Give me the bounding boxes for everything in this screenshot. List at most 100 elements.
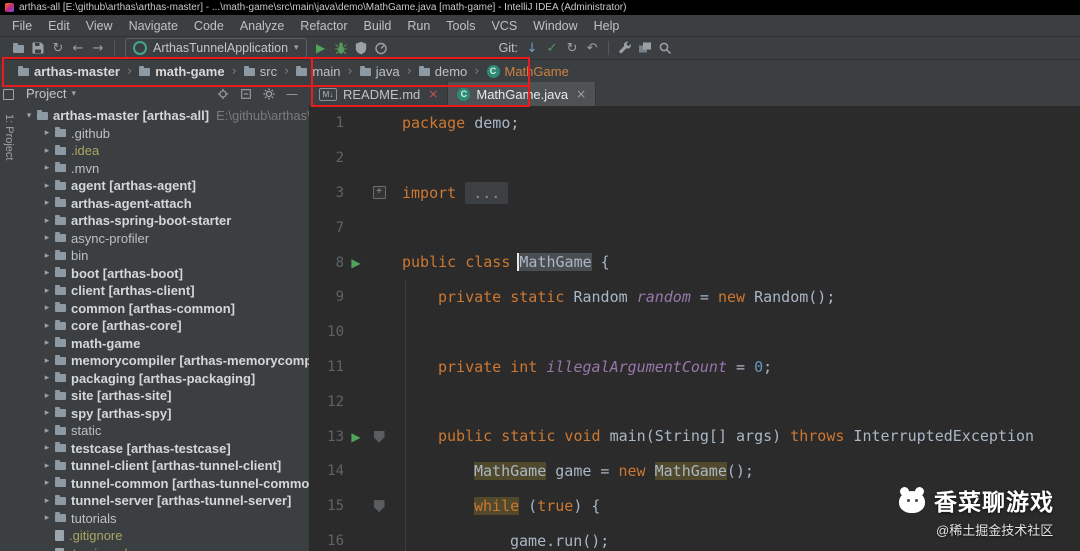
tree-item-bin[interactable]: ▸ bin: [16, 247, 309, 265]
code-text[interactable]: private static Random random = new Rando…: [394, 280, 1080, 315]
profiler-button[interactable]: [371, 39, 391, 57]
vcs-update-icon[interactable]: ↓: [522, 39, 542, 57]
save-all-icon[interactable]: [28, 39, 48, 57]
tree-item-tunnel-server-arthas-tunnel-server[interactable]: ▸ tunnel-server [arthas-tunnel-server]: [16, 492, 309, 510]
chevron-right-icon[interactable]: ▸: [40, 303, 54, 313]
code-text[interactable]: [394, 315, 1080, 350]
run-gutter-icon[interactable]: ▶: [351, 430, 360, 444]
tree-item-core-arthas-core[interactable]: ▸ core [arthas-core]: [16, 317, 309, 335]
tree-item-memorycompiler-arthas-memorycompiler[interactable]: ▸ memorycompiler [arthas-memorycompiler]: [16, 352, 309, 370]
fold-marker-icon[interactable]: [373, 500, 385, 513]
editor-line-9[interactable]: 9 private static Random random = new Rand…: [310, 280, 1080, 315]
open-folder-icon[interactable]: [8, 39, 28, 57]
tool-window-project-tab[interactable]: 1: Project: [1, 114, 15, 160]
vcs-rollback-icon[interactable]: ↶: [582, 39, 602, 57]
code-text[interactable]: public static void main(String[] args) t…: [394, 419, 1080, 454]
tree-item-.gitignore[interactable]: .gitignore: [16, 527, 309, 545]
chevron-right-icon[interactable]: ▸: [40, 478, 54, 488]
tree-item-arthas-agent-attach[interactable]: ▸ arthas-agent-attach: [16, 195, 309, 213]
chevron-right-icon[interactable]: ▸: [40, 513, 54, 523]
chevron-right-icon[interactable]: ▸: [40, 408, 54, 418]
breadcrumb-math-game[interactable]: math-game: [139, 64, 225, 79]
coverage-button[interactable]: [351, 39, 371, 57]
forward-icon[interactable]: →: [88, 39, 108, 57]
editor-line-10[interactable]: 10: [310, 315, 1080, 350]
tab-mathgame.java[interactable]: C MathGame.java ×: [448, 82, 597, 106]
tree-item-agent-arthas-agent[interactable]: ▸ agent [arthas-agent]: [16, 177, 309, 195]
editor-line-8[interactable]: 8 ▶ public class MathGame {: [310, 245, 1080, 280]
breadcrumb-src[interactable]: src: [243, 64, 277, 79]
chevron-right-icon[interactable]: ▸: [40, 461, 54, 471]
tree-item-arthas-spring-boot-starter[interactable]: ▸ arthas-spring-boot-starter: [16, 212, 309, 230]
menu-item-analyze[interactable]: Analyze: [232, 19, 292, 33]
chevron-right-icon[interactable]: ▸: [40, 338, 54, 348]
chevron-right-icon[interactable]: ▸: [40, 163, 54, 173]
tab-readme.md[interactable]: M↓ README.md ×: [310, 82, 449, 106]
chevron-right-icon[interactable]: ▸: [40, 321, 54, 331]
hide-panel-icon[interactable]: —: [286, 87, 298, 101]
settings-wrench-icon[interactable]: [615, 39, 635, 57]
tool-window-grid-icon[interactable]: [2, 89, 14, 100]
chevron-right-icon[interactable]: ▸: [40, 216, 54, 226]
editor-line-11[interactable]: 11 private int illegalArgumentCount = 0;: [310, 350, 1080, 385]
tree-item-.travis.yml[interactable]: .travis.yml: [16, 545, 309, 551]
menu-item-run[interactable]: Run: [399, 19, 438, 33]
chevron-right-icon[interactable]: ▸: [40, 198, 54, 208]
menu-item-view[interactable]: View: [78, 19, 121, 33]
chevron-right-icon[interactable]: ▸: [40, 286, 54, 296]
editor-line-1[interactable]: 1 package demo;: [310, 106, 1080, 141]
tree-item-.github[interactable]: ▸ .github: [16, 125, 309, 143]
run-config-selector[interactable]: ArthasTunnelApplication ▾: [125, 38, 307, 58]
tree-item-math-game[interactable]: ▸ math-game: [16, 335, 309, 353]
breadcrumb-java[interactable]: java: [359, 64, 400, 79]
vcs-history-icon[interactable]: ↻: [562, 39, 582, 57]
menu-item-edit[interactable]: Edit: [40, 19, 78, 33]
breadcrumb-main[interactable]: main: [296, 64, 341, 79]
chevron-right-icon[interactable]: ▸: [40, 128, 54, 138]
chevron-right-icon[interactable]: ▸: [40, 426, 54, 436]
collapse-all-icon[interactable]: [240, 88, 252, 100]
chevron-right-icon[interactable]: ▸: [40, 181, 54, 191]
tree-item-async-profiler[interactable]: ▸ async-profiler: [16, 230, 309, 248]
fold-marker-icon[interactable]: [373, 430, 385, 443]
editor-line-13[interactable]: 13 ▶ public static void main(String[] args…: [310, 419, 1080, 454]
fold-expand-icon[interactable]: +: [372, 186, 386, 200]
project-panel-title[interactable]: Project: [26, 86, 66, 101]
menu-item-vcs[interactable]: VCS: [483, 19, 525, 33]
chevron-right-icon[interactable]: ▸: [40, 356, 54, 366]
menu-item-refactor[interactable]: Refactor: [292, 19, 355, 33]
code-text[interactable]: [394, 210, 1080, 245]
breadcrumb-arthas-master[interactable]: arthas-master: [18, 64, 120, 79]
code-text[interactable]: private int illegalArgumentCount = 0;: [394, 350, 1080, 385]
breadcrumb-demo[interactable]: demo: [418, 64, 467, 79]
menu-item-window[interactable]: Window: [525, 19, 585, 33]
chevron-right-icon[interactable]: ▸: [40, 373, 54, 383]
search-everywhere-icon[interactable]: [655, 39, 675, 57]
vcs-commit-icon[interactable]: ✓: [542, 39, 562, 57]
synchronize-icon[interactable]: ↻: [48, 39, 68, 57]
project-structure-icon[interactable]: [635, 39, 655, 57]
chevron-right-icon[interactable]: ▸: [40, 146, 54, 156]
menu-item-help[interactable]: Help: [586, 19, 628, 33]
breadcrumb-mathgame[interactable]: C MathGame: [486, 64, 569, 79]
tree-item-site-arthas-site[interactable]: ▸ site [arthas-site]: [16, 387, 309, 405]
tree-item-tunnel-client-arthas-tunnel-client[interactable]: ▸ tunnel-client [arthas-tunnel-client]: [16, 457, 309, 475]
chevron-right-icon[interactable]: ▸: [40, 233, 54, 243]
chevron-right-icon[interactable]: ▸: [40, 251, 54, 261]
tree-item-tunnel-common-arthas-tunnel-common[interactable]: ▸ tunnel-common [arthas-tunnel-common]: [16, 475, 309, 493]
editor-line-3[interactable]: 3 + import ...: [310, 176, 1080, 211]
tree-item-.mvn[interactable]: ▸ .mvn: [16, 160, 309, 178]
close-icon[interactable]: ×: [428, 87, 438, 101]
tree-item-packaging-arthas-packaging[interactable]: ▸ packaging [arthas-packaging]: [16, 370, 309, 388]
run-button[interactable]: ▶: [311, 39, 331, 57]
code-text[interactable]: [394, 384, 1080, 419]
tree-item-boot-arthas-boot[interactable]: ▸ boot [arthas-boot]: [16, 265, 309, 283]
editor-line-2[interactable]: 2: [310, 141, 1080, 176]
close-icon[interactable]: ×: [576, 87, 586, 101]
chevron-down-icon[interactable]: ▾: [71, 89, 76, 99]
locate-target-icon[interactable]: [217, 88, 229, 100]
menu-item-build[interactable]: Build: [356, 19, 400, 33]
editor-line-12[interactable]: 12: [310, 384, 1080, 419]
menu-item-tools[interactable]: Tools: [438, 19, 483, 33]
menu-item-file[interactable]: File: [4, 19, 40, 33]
